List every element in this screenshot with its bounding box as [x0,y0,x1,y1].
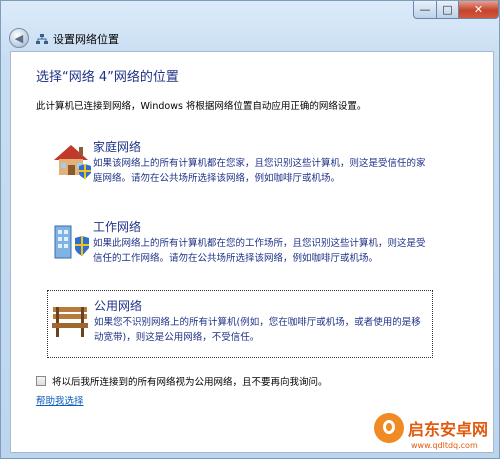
window-title: 设置网络位置 [53,33,119,46]
watermark-text: 启东安卓网 [408,420,489,439]
public-network-option[interactable]: 公用网络 如果您不识别网络上的所有计算机(例如，您在咖啡厅或机场，或者使用的是移… [47,290,433,358]
work-network-option[interactable]: 工作网络 如果此网络上的所有计算机都在您的工作场所，且您识别这些计算机，则这是受… [47,218,433,270]
public-network-title: 公用网络 [94,299,143,313]
work-network-description: 如果此网络上的所有计算机都在您的工作场所，且您识别这些计算机，则这是受信任的工作… [93,238,426,264]
work-network-title: 工作网络 [93,220,142,234]
house-icon [54,145,91,179]
public-network-description: 如果您不识别网络上的所有计算机(例如，您在咖啡厅或机场，或者使用的是移动宽带)，… [94,317,421,343]
close-button[interactable]: ✕ [459,1,499,19]
dialog-window: — □ ✕ ◀ 设置网络位置 选择“网络 4”网络的位置 此计算机已连接到网络，… [0,0,500,459]
content-panel: 选择“网络 4”网络的位置 此计算机已连接到网络，Windows 将根据网络位置… [10,51,494,453]
navigation-bar: ◀ 设置网络位置 [1,25,500,51]
back-button[interactable]: ◀ [9,28,29,48]
treat-all-public-label[interactable]: 将以后我所连接到的所有网络视为公用网络，且不要再向我询问。 [52,374,328,388]
watermark-logo-icon [374,413,404,443]
home-network-description: 如果该网络上的所有计算机都在您家，且您识别这些计算机，则这是受信任的家庭网络。请… [93,158,426,184]
office-building-icon [54,225,89,259]
minimize-button[interactable]: — [413,1,437,19]
title-bar: — □ ✕ [1,1,500,25]
network-icon [36,34,48,44]
maximize-button[interactable]: □ [437,1,459,19]
home-network-title: 家庭网络 [93,140,142,154]
treat-all-public-checkbox[interactable] [36,376,46,386]
treat-all-public-row: 将以后我所连接到的所有网络视为公用网络，且不要再向我询问。 [36,374,328,388]
park-bench-icon [52,307,88,337]
home-network-option[interactable]: 家庭网络 如果该网络上的所有计算机都在您家，且您识别这些计算机，则这是受信任的家… [47,138,433,190]
page-heading: 选择“网络 4”网络的位置 [36,70,179,85]
help-me-choose-link[interactable]: 帮助我选择 [36,393,84,407]
watermark-url: www.qdltdq.com [411,441,478,450]
watermark: 启东安卓网 [374,413,488,443]
intro-text: 此计算机已连接到网络，Windows 将根据网络位置自动应用正确的网络设置。 [36,101,367,112]
